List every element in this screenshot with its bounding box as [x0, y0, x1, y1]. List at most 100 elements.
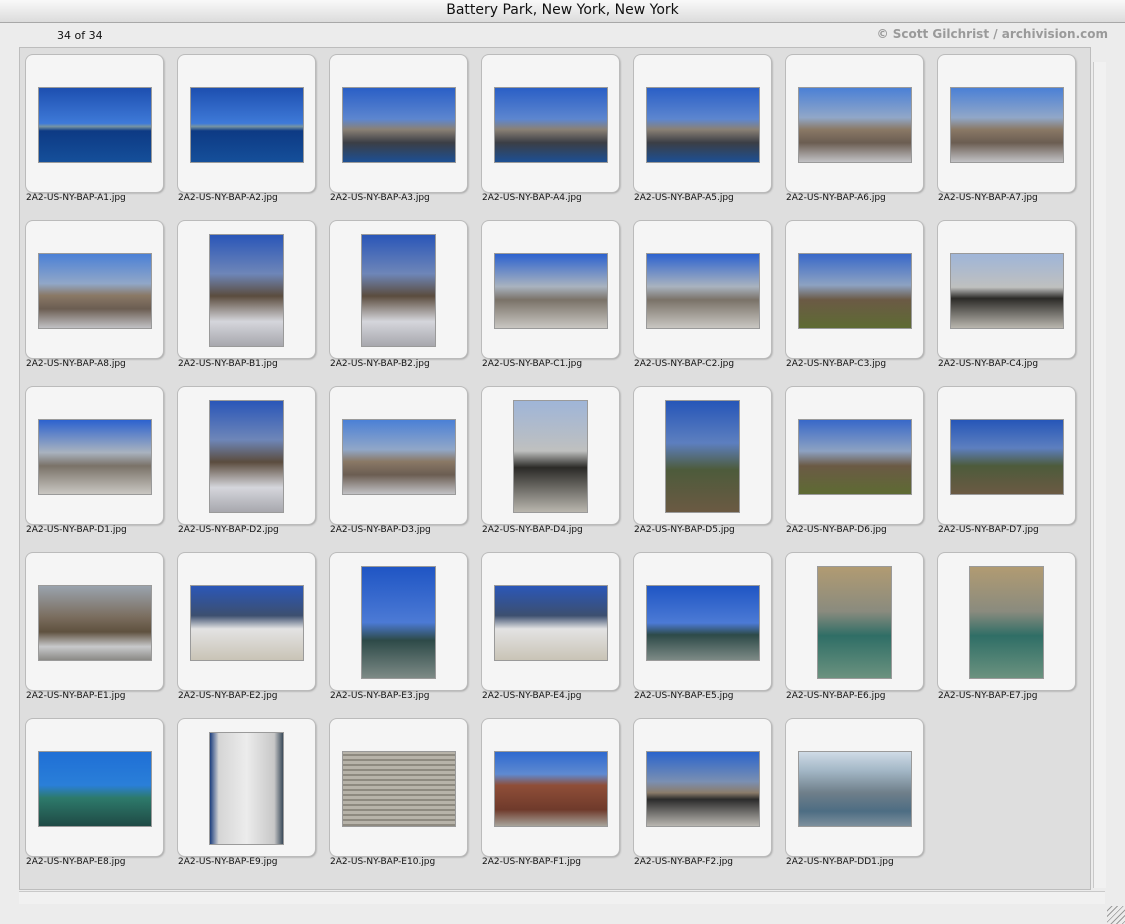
thumbnail-image[interactable]	[495, 586, 607, 660]
thumbnail-item[interactable]: 2A2-US-NY-BAP-A5.jpg	[628, 48, 771, 208]
slide-frame[interactable]	[482, 55, 619, 192]
thumbnail-item[interactable]: 2A2-US-NY-BAP-D7.jpg	[932, 380, 1075, 540]
thumbnail-image[interactable]	[799, 254, 911, 328]
slide-frame[interactable]	[938, 553, 1075, 690]
slide-frame[interactable]	[938, 221, 1075, 358]
thumbnail-item[interactable]: 2A2-US-NY-BAP-D5.jpg	[628, 380, 771, 540]
thumbnail-image[interactable]	[799, 752, 911, 826]
slide-frame[interactable]	[634, 719, 771, 856]
thumbnail-item[interactable]: 2A2-US-NY-BAP-F1.jpg	[476, 712, 619, 872]
thumbnail-item[interactable]: 2A2-US-NY-BAP-E1.jpg	[20, 546, 163, 706]
thumbnail-item[interactable]: 2A2-US-NY-BAP-A4.jpg	[476, 48, 619, 208]
slide-frame[interactable]	[178, 387, 315, 524]
thumbnail-item[interactable]: 2A2-US-NY-BAP-A6.jpg	[780, 48, 923, 208]
thumbnail-image[interactable]	[39, 420, 151, 494]
slide-frame[interactable]	[634, 221, 771, 358]
thumbnail-image[interactable]	[647, 752, 759, 826]
thumbnail-image[interactable]	[647, 254, 759, 328]
thumbnail-image[interactable]	[514, 401, 587, 512]
thumbnail-image[interactable]	[210, 401, 283, 512]
slide-frame[interactable]	[330, 387, 467, 524]
slide-frame[interactable]	[786, 387, 923, 524]
slide-frame[interactable]	[634, 387, 771, 524]
thumbnail-item[interactable]: 2A2-US-NY-BAP-B2.jpg	[324, 214, 467, 374]
thumbnail-item[interactable]: 2A2-US-NY-BAP-C3.jpg	[780, 214, 923, 374]
slide-frame[interactable]	[786, 719, 923, 856]
thumbnail-item[interactable]: 2A2-US-NY-BAP-A2.jpg	[172, 48, 315, 208]
thumbnail-item[interactable]: 2A2-US-NY-BAP-E7.jpg	[932, 546, 1075, 706]
thumbnail-image[interactable]	[495, 88, 607, 162]
thumbnail-image[interactable]	[191, 586, 303, 660]
thumbnail-image[interactable]	[799, 420, 911, 494]
thumbnail-image[interactable]	[210, 733, 283, 844]
thumbnail-item[interactable]: 2A2-US-NY-BAP-DD1.jpg	[780, 712, 923, 872]
thumbnail-image[interactable]	[970, 567, 1043, 678]
slide-frame[interactable]	[330, 55, 467, 192]
slide-frame[interactable]	[178, 719, 315, 856]
thumbnail-item[interactable]: 2A2-US-NY-BAP-E6.jpg	[780, 546, 923, 706]
thumbnail-image[interactable]	[362, 235, 435, 346]
slide-frame[interactable]	[26, 719, 163, 856]
thumbnail-image[interactable]	[39, 254, 151, 328]
thumbnail-image[interactable]	[818, 567, 891, 678]
slide-frame[interactable]	[26, 55, 163, 192]
thumbnail-item[interactable]: 2A2-US-NY-BAP-D3.jpg	[324, 380, 467, 540]
thumbnail-item[interactable]: 2A2-US-NY-BAP-E4.jpg	[476, 546, 619, 706]
thumbnail-image[interactable]	[362, 567, 435, 678]
thumbnail-item[interactable]: 2A2-US-NY-BAP-E8.jpg	[20, 712, 163, 872]
thumbnail-item[interactable]: 2A2-US-NY-BAP-F2.jpg	[628, 712, 771, 872]
slide-frame[interactable]	[330, 719, 467, 856]
slide-frame[interactable]	[938, 387, 1075, 524]
thumbnail-item[interactable]: 2A2-US-NY-BAP-D6.jpg	[780, 380, 923, 540]
thumbnail-image[interactable]	[39, 752, 151, 826]
thumbnail-image[interactable]	[799, 88, 911, 162]
vertical-scrollbar[interactable]	[1093, 62, 1106, 888]
thumbnail-image[interactable]	[39, 586, 151, 660]
slide-frame[interactable]	[330, 221, 467, 358]
thumbnail-image[interactable]	[666, 401, 739, 512]
slide-frame[interactable]	[634, 553, 771, 690]
thumbnail-item[interactable]: 2A2-US-NY-BAP-D2.jpg	[172, 380, 315, 540]
thumbnail-item[interactable]: 2A2-US-NY-BAP-E9.jpg	[172, 712, 315, 872]
slide-frame[interactable]	[482, 719, 619, 856]
thumbnail-image[interactable]	[39, 88, 151, 162]
slide-frame[interactable]	[482, 387, 619, 524]
thumbnail-image[interactable]	[951, 254, 1063, 328]
thumbnail-image[interactable]	[495, 254, 607, 328]
slide-frame[interactable]	[786, 221, 923, 358]
thumbnail-item[interactable]: 2A2-US-NY-BAP-C4.jpg	[932, 214, 1075, 374]
thumbnail-item[interactable]: 2A2-US-NY-BAP-E5.jpg	[628, 546, 771, 706]
slide-frame[interactable]	[786, 553, 923, 690]
thumbnail-image[interactable]	[495, 752, 607, 826]
thumbnail-item[interactable]: 2A2-US-NY-BAP-A8.jpg	[20, 214, 163, 374]
thumbnail-item[interactable]: 2A2-US-NY-BAP-E2.jpg	[172, 546, 315, 706]
thumbnail-item[interactable]: 2A2-US-NY-BAP-D4.jpg	[476, 380, 619, 540]
resize-grip-icon[interactable]	[1107, 906, 1125, 924]
slide-frame[interactable]	[26, 553, 163, 690]
thumbnail-image[interactable]	[951, 88, 1063, 162]
thumbnail-item[interactable]: 2A2-US-NY-BAP-C2.jpg	[628, 214, 771, 374]
slide-frame[interactable]	[634, 55, 771, 192]
thumbnail-image[interactable]	[647, 586, 759, 660]
slide-frame[interactable]	[482, 553, 619, 690]
slide-frame[interactable]	[26, 387, 163, 524]
thumbnail-item[interactable]: 2A2-US-NY-BAP-A3.jpg	[324, 48, 467, 208]
slide-frame[interactable]	[330, 553, 467, 690]
thumbnail-image[interactable]	[951, 420, 1063, 494]
thumbnail-image[interactable]	[343, 88, 455, 162]
thumbnail-item[interactable]: 2A2-US-NY-BAP-C1.jpg	[476, 214, 619, 374]
thumbnail-item[interactable]: 2A2-US-NY-BAP-B1.jpg	[172, 214, 315, 374]
thumbnail-image[interactable]	[343, 752, 455, 826]
thumbnail-item[interactable]: 2A2-US-NY-BAP-A7.jpg	[932, 48, 1075, 208]
slide-frame[interactable]	[178, 553, 315, 690]
thumbnail-item[interactable]: 2A2-US-NY-BAP-D1.jpg	[20, 380, 163, 540]
slide-frame[interactable]	[482, 221, 619, 358]
slide-frame[interactable]	[178, 55, 315, 192]
horizontal-scrollbar[interactable]	[19, 891, 1105, 904]
slide-frame[interactable]	[786, 55, 923, 192]
thumbnail-image[interactable]	[210, 235, 283, 346]
thumbnail-image[interactable]	[191, 88, 303, 162]
thumbnail-item[interactable]: 2A2-US-NY-BAP-E3.jpg	[324, 546, 467, 706]
thumbnail-item[interactable]: 2A2-US-NY-BAP-A1.jpg	[20, 48, 163, 208]
thumbnail-image[interactable]	[647, 88, 759, 162]
